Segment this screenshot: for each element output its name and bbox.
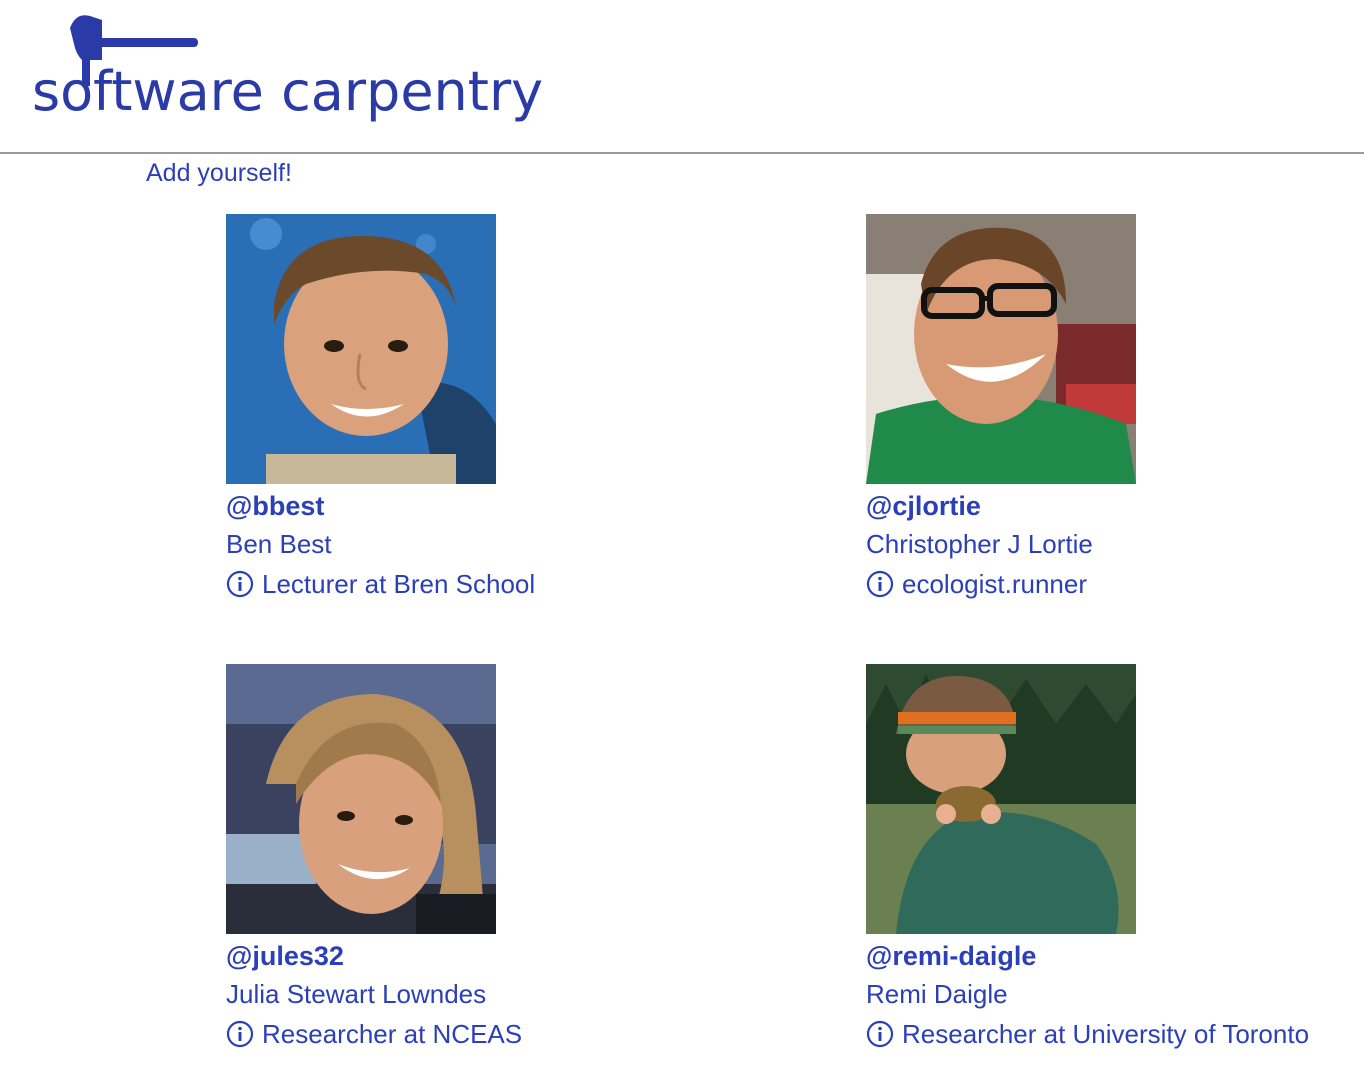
info-circle-icon [226,1020,254,1048]
person-bio: Researcher at University of Toronto [866,1014,1364,1054]
person-card: @jules32 Julia Stewart Lowndes Researche… [226,664,746,1054]
person-handle[interactable]: @remi-daigle [866,938,1364,974]
person-bio-text: Lecturer at Bren School [262,569,536,599]
person-handle[interactable]: @jules32 [226,938,746,974]
site-header: software carpentry [0,0,1364,154]
logo-text: software carpentry [32,60,544,123]
avatar[interactable] [226,664,496,934]
add-yourself-link[interactable]: Add yourself! [146,159,292,188]
person-card: @remi-daigle Remi Daigle Researcher at U… [866,664,1364,1054]
person-handle[interactable]: @bbest [226,488,746,524]
avatar[interactable] [866,664,1136,934]
avatar[interactable] [226,214,496,484]
person-name: Ben Best [226,529,332,559]
person-name: Christopher J Lortie [866,529,1093,559]
person-bio: Lecturer at Bren School [226,564,746,604]
person-card: @cjlortie Christopher J Lortie ecologist… [866,214,1364,604]
info-circle-icon [866,570,894,598]
person-bio-text: Researcher at NCEAS [262,1019,523,1049]
person-bio: Researcher at NCEAS [226,1014,746,1054]
person-name: Julia Stewart Lowndes [226,979,487,1009]
site-logo[interactable]: software carpentry [30,8,620,138]
info-circle-icon [866,1020,894,1048]
person-bio-text: Researcher at University of Toronto [902,1019,1310,1049]
person-name: Remi Daigle [866,979,1008,1009]
person-handle[interactable]: @cjlortie [866,488,1364,524]
person-card: @bbest Ben Best Lecturer at Bren School [226,214,746,604]
person-bio-text: ecologist.runner [902,569,1087,599]
avatar[interactable] [866,214,1136,484]
person-bio: ecologist.runner [866,564,1364,604]
info-circle-icon [226,570,254,598]
